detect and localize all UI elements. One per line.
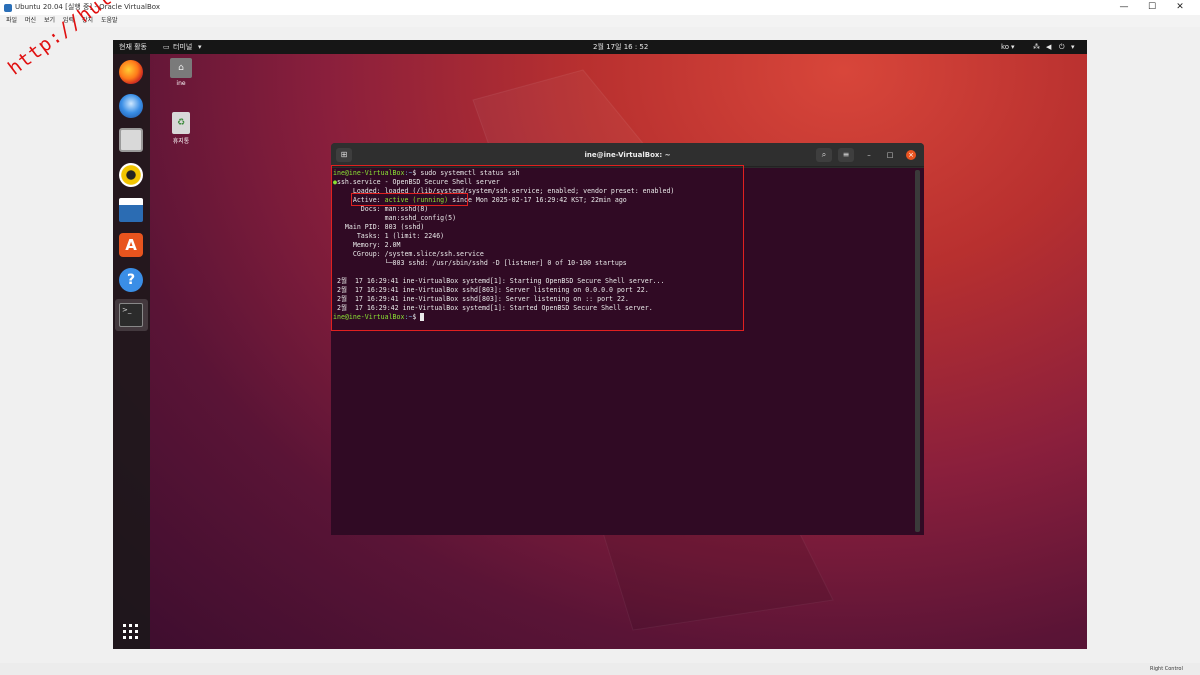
hamburger-menu-button[interactable]: ≡ <box>838 148 854 162</box>
terminal-icon[interactable]: >_ <box>119 303 143 327</box>
menu-help[interactable]: 도움말 <box>101 15 118 27</box>
vm-screen[interactable]: 현재 활동 ▭ 터미널 ▾ 2월 17일 16 : 52 ko ▾ ⁂ ◀ ⏻ … <box>113 40 1087 649</box>
desktop-trash[interactable]: ♻ 휴지통 <box>169 112 193 145</box>
terminal-app-menu-icon[interactable]: ▭ <box>163 40 170 54</box>
terminal-title: ine@ine-VirtualBox: ~ <box>584 151 671 159</box>
trash-label: 휴지통 <box>172 138 190 145</box>
firefox-icon[interactable] <box>119 60 143 84</box>
volume-icon[interactable]: ◀ <box>1046 40 1051 54</box>
minimize-button[interactable]: — <box>1110 0 1138 15</box>
host-left-margin <box>0 27 113 675</box>
show-applications-icon[interactable] <box>123 624 139 640</box>
home-folder-icon: ⌂ <box>170 58 192 78</box>
chevron-down-icon: ▾ <box>1011 43 1015 51</box>
thunderbird-icon[interactable] <box>119 94 143 118</box>
maximize-button[interactable]: ☐ <box>1138 0 1166 15</box>
ubuntu-dock: A ? >_ <box>113 54 150 649</box>
maximize-icon[interactable]: □ <box>885 150 895 160</box>
virtualbox-window: Ubuntu 20.04 [실행 중] - Oracle VirtualBox … <box>0 0 1200 675</box>
software-icon[interactable]: A <box>119 233 143 257</box>
rhythmbox-icon[interactable] <box>119 163 143 187</box>
host-status-bar: Right Control <box>0 663 1200 675</box>
home-folder-label: ine <box>176 80 186 87</box>
writer-icon[interactable] <box>119 198 143 222</box>
chevron-down-icon: ▾ <box>1071 43 1075 51</box>
trash-icon: ♻ <box>172 112 190 134</box>
network-icon[interactable]: ⁂ <box>1033 40 1040 54</box>
highlight-box-active <box>351 193 468 206</box>
desktop-home-folder[interactable]: ⌂ ine <box>169 58 193 87</box>
host-right-margin <box>1087 27 1200 675</box>
search-button[interactable]: ⌕ <box>816 148 832 162</box>
input-language[interactable]: ko <box>1001 40 1009 54</box>
clock[interactable]: 2월 17일 16 : 52 <box>593 40 648 54</box>
host-menu-bar: 파일 머신 보기 입력 장치 도움말 <box>0 15 1200 27</box>
close-icon[interactable]: × <box>906 150 916 160</box>
help-icon[interactable]: ? <box>119 268 143 292</box>
minimize-icon[interactable]: – <box>864 150 874 160</box>
terminal-header-bar: ⊞ ine@ine-VirtualBox: ~ ⌕ ≡ – □ × <box>331 143 924 167</box>
host-title-bar: Ubuntu 20.04 [실행 중] - Oracle VirtualBox … <box>0 0 1200 15</box>
host-key-label: Right Control <box>1150 666 1183 672</box>
chevron-down-icon: ▾ <box>198 43 202 51</box>
app-menu-button[interactable]: 터미널 <box>173 40 192 54</box>
menu-machine[interactable]: 머신 <box>25 15 36 27</box>
highlight-box-output <box>331 165 744 331</box>
files-icon[interactable] <box>119 128 143 152</box>
close-button[interactable]: ✕ <box>1166 0 1194 15</box>
power-icon[interactable]: ⏻ <box>1059 40 1065 54</box>
activities-button[interactable]: 현재 활동 <box>119 40 147 54</box>
terminal-scrollbar[interactable] <box>915 170 920 532</box>
gnome-top-bar: 현재 활동 ▭ 터미널 ▾ 2월 17일 16 : 52 ko ▾ ⁂ ◀ ⏻ … <box>113 40 1087 54</box>
virtualbox-icon <box>4 4 12 12</box>
menu-file[interactable]: 파일 <box>6 15 17 27</box>
